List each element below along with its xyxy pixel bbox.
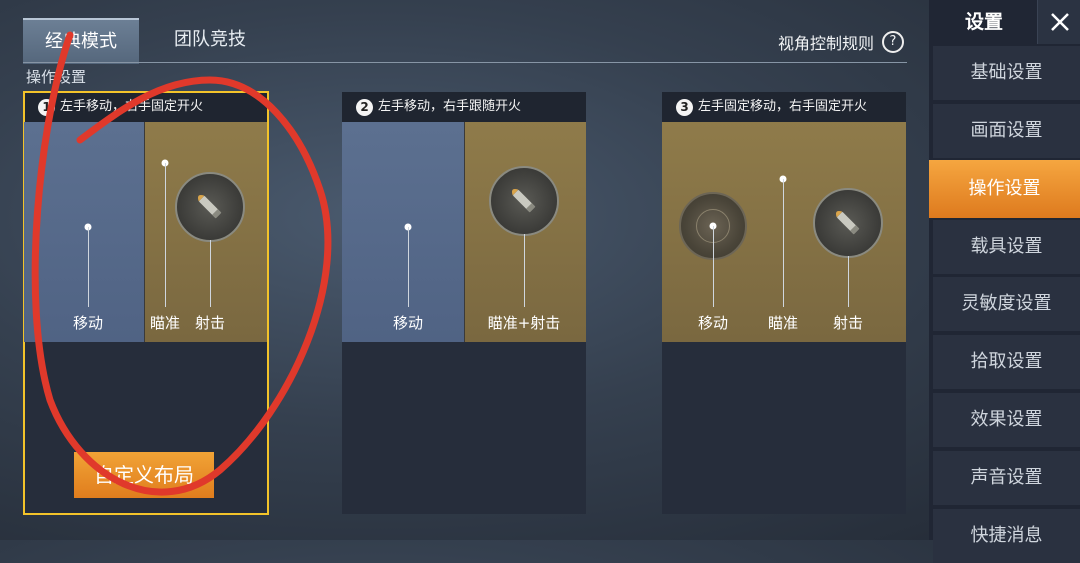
aim-pointer-line bbox=[165, 163, 166, 307]
label-move: 移动 bbox=[697, 314, 729, 332]
card-1-title: 左手移动，右手固定开火 bbox=[60, 99, 204, 114]
sidebar-item-graphics[interactable]: 画面设置 bbox=[933, 104, 1080, 158]
sidebar-item-pickup[interactable]: 拾取设置 bbox=[933, 335, 1080, 389]
label-aim-shoot: 瞄准+射击 bbox=[487, 314, 561, 332]
sidebar-item-sound[interactable]: 声音设置 bbox=[933, 451, 1080, 505]
bullet-icon bbox=[175, 172, 245, 242]
custom-layout-button[interactable]: 自定义布局 bbox=[74, 452, 214, 498]
sidebar-item-controls[interactable]: 操作设置 bbox=[929, 160, 1080, 218]
sidebar-item-effects[interactable]: 效果设置 bbox=[933, 393, 1080, 447]
fire-pointer-line bbox=[210, 240, 211, 307]
card-1-number: 1 bbox=[38, 98, 55, 116]
view-control-rules-label: 视角控制规则 bbox=[777, 34, 874, 53]
bullet-icon bbox=[813, 188, 883, 258]
settings-sidebar: 设置 基础设置 画面设置 操作设置 载具设置 灵敏度设置 拾取设置 效果设置 声… bbox=[929, 0, 1080, 563]
bullet-icon bbox=[489, 166, 559, 236]
card-1-header: 1 左手移动，右手固定开火 bbox=[24, 92, 268, 122]
label-aim: 瞄准 bbox=[149, 314, 181, 332]
label-aim: 瞄准 bbox=[767, 314, 799, 332]
label-move: 移动 bbox=[72, 314, 104, 332]
tab-classic-mode[interactable]: 经典模式 bbox=[23, 18, 139, 64]
layout-card-1[interactable]: 1 左手移动，右手固定开火 移动 瞄准 射击 bbox=[23, 91, 269, 515]
card-1-preview: 移动 瞄准 射击 bbox=[24, 122, 268, 342]
question-icon[interactable]: ? bbox=[882, 31, 904, 53]
section-title: 操作设置 bbox=[26, 68, 87, 86]
sidebar-item-vehicle[interactable]: 载具设置 bbox=[933, 220, 1080, 274]
sidebar-title: 设置 bbox=[964, 11, 1003, 33]
move-pointer-line bbox=[408, 227, 409, 307]
move-pointer-line bbox=[713, 226, 714, 307]
card-3-title: 左手固定移动，右手固定开火 bbox=[698, 99, 868, 114]
tab-team-deathmatch[interactable]: 团队竞技 bbox=[152, 18, 268, 62]
layout-card-2[interactable]: 2 左手移动，右手跟随开火 移动 瞄准+射击 bbox=[342, 92, 586, 514]
label-shoot: 射击 bbox=[194, 314, 226, 332]
aim-pointer-line bbox=[783, 179, 784, 307]
move-zone bbox=[24, 122, 144, 342]
card-3-preview: 移动 瞄准 射击 bbox=[662, 122, 906, 342]
label-move: 移动 bbox=[392, 314, 424, 332]
aim-fire-pointer-line bbox=[524, 234, 525, 307]
sidebar-item-basic[interactable]: 基础设置 bbox=[933, 46, 1080, 100]
view-control-rules-link[interactable]: 视角控制规则 ? bbox=[778, 30, 904, 54]
sidebar-item-sensitivity[interactable]: 灵敏度设置 bbox=[933, 277, 1080, 331]
card-2-header: 2 左手移动，右手跟随开火 bbox=[342, 92, 586, 122]
header-divider bbox=[23, 62, 907, 63]
label-shoot: 射击 bbox=[832, 314, 864, 332]
close-icon[interactable] bbox=[1037, 0, 1080, 44]
move-pointer-line bbox=[88, 227, 89, 307]
card-3-number: 3 bbox=[676, 98, 693, 116]
sidebar-item-quick-message[interactable]: 快捷消息 bbox=[933, 509, 1080, 563]
move-zone bbox=[342, 122, 464, 342]
card-2-number: 2 bbox=[356, 98, 373, 116]
card-2-preview: 移动 瞄准+射击 bbox=[342, 122, 586, 342]
fire-pointer-line bbox=[848, 256, 849, 307]
card-3-header: 3 左手固定移动，右手固定开火 bbox=[662, 92, 906, 122]
card-2-title: 左手移动，右手跟随开火 bbox=[378, 99, 522, 114]
layout-card-3[interactable]: 3 左手固定移动，右手固定开火 移动 瞄准 射击 bbox=[662, 92, 906, 514]
